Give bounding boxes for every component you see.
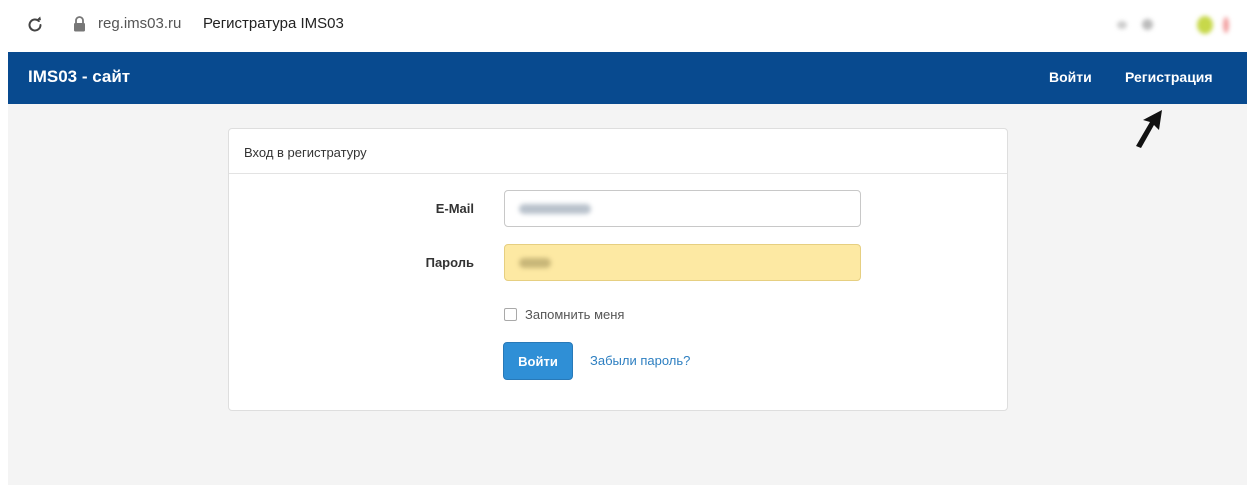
- password-label: Пароль: [425, 255, 474, 270]
- page-title: Регистратура IMS03: [203, 15, 344, 32]
- login-card: Вход в регистратуру E-Mail Пароль Запомн…: [228, 128, 1008, 411]
- reload-icon[interactable]: [26, 16, 44, 34]
- lock-icon[interactable]: [73, 16, 86, 32]
- login-submit-button[interactable]: Войти: [503, 342, 573, 380]
- remember-me-row: Запомнить меня: [504, 307, 624, 322]
- extension-icon[interactable]: [1223, 17, 1229, 33]
- browser-toolbar: reg.ims03.ru Регистратура IMS03: [0, 0, 1247, 50]
- extension-icon[interactable]: [1117, 21, 1127, 29]
- extensions-area: [1077, 10, 1247, 40]
- address-bar-url[interactable]: reg.ims03.ru: [98, 15, 181, 32]
- nav-login-link[interactable]: Войти: [1049, 69, 1092, 85]
- site-navbar: IMS03 - сайт Войти Регистрация: [8, 52, 1247, 104]
- remember-me-checkbox[interactable]: [504, 308, 517, 321]
- forgot-password-link[interactable]: Забыли пароль?: [590, 353, 690, 368]
- email-label: E-Mail: [435, 201, 474, 216]
- remember-me-label[interactable]: Запомнить меня: [525, 307, 624, 322]
- extension-icon[interactable]: [1197, 16, 1213, 34]
- nav-register-link[interactable]: Регистрация: [1125, 69, 1213, 85]
- site-brand-link[interactable]: IMS03 - сайт: [28, 67, 130, 87]
- password-input[interactable]: [504, 244, 861, 281]
- email-input[interactable]: [504, 190, 861, 227]
- annotation-arrow-icon: [1136, 110, 1162, 148]
- email-value-blurred: [519, 204, 591, 214]
- extension-icon[interactable]: [1142, 19, 1153, 30]
- password-value-blurred: [519, 258, 551, 268]
- login-card-header: Вход в регистратуру: [229, 129, 1007, 174]
